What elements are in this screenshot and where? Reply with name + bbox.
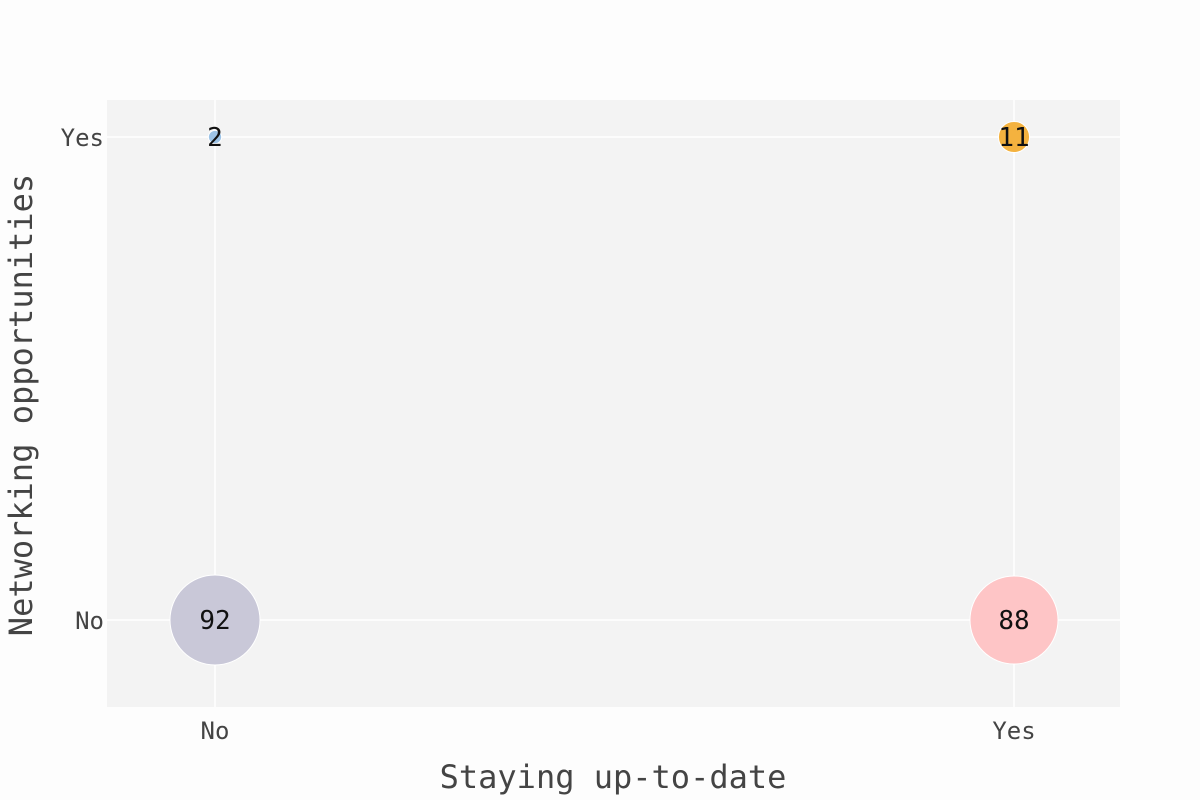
y-axis-title: Networking opportunities [2,174,40,636]
data-label-yes-yes: 11 [998,123,1029,153]
y-tick-yes: Yes [61,124,104,152]
x-axis-title: Staying up-to-date [440,758,787,796]
x-axis-ticks: No Yes [201,717,1036,745]
y-axis-ticks: No Yes [61,124,104,635]
bubble-chart: 92 88 2 11 No Yes No Yes Staying up-to-date N… [2,100,1120,796]
x-tick-yes: Yes [992,717,1035,745]
y-tick-no: No [75,607,104,635]
data-label-no-no: 92 [199,606,230,636]
data-label-yes-no: 88 [998,606,1029,636]
data-label-no-yes: 2 [207,123,223,153]
x-tick-no: No [201,717,230,745]
